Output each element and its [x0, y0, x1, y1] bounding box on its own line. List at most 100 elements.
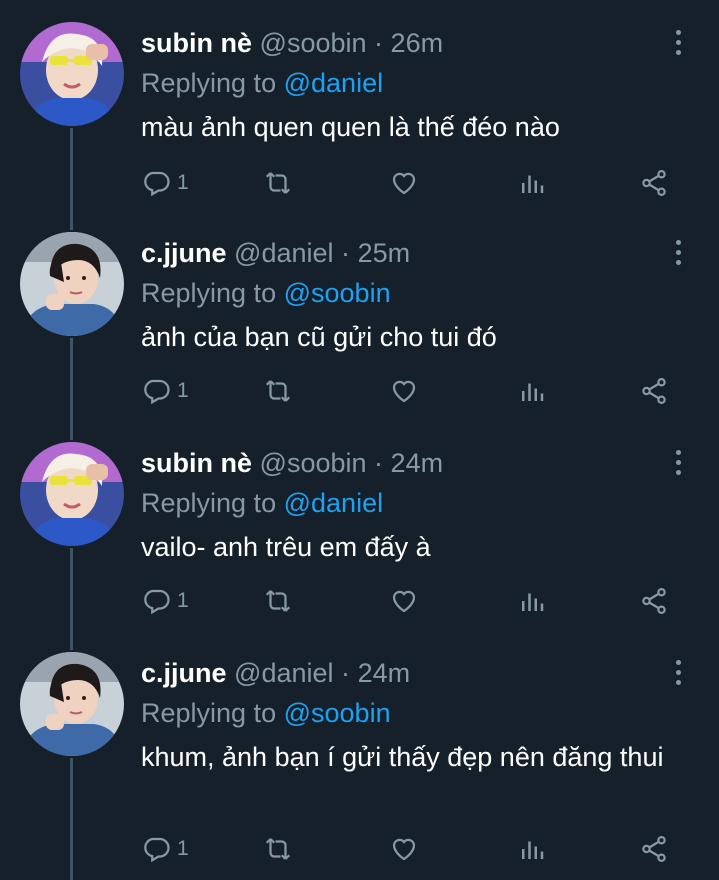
like-button[interactable] [389, 166, 419, 200]
retweet-icon [265, 838, 291, 860]
conversation-thread: subin nè @soobin · 26m Replying to @dani… [0, 0, 719, 880]
analytics-button[interactable] [517, 584, 547, 618]
retweet-button[interactable] [263, 584, 293, 618]
timestamp[interactable]: 24m [391, 448, 444, 478]
reply-count: 1 [177, 379, 189, 402]
like-button[interactable] [389, 832, 419, 866]
replying-to-label: Replying to [141, 278, 277, 308]
mention-link[interactable]: @daniel [284, 488, 383, 518]
separator: · [341, 658, 351, 688]
action-bar: 1 [141, 584, 681, 618]
more-icon[interactable] [668, 30, 688, 60]
like-icon [392, 838, 416, 861]
reply-icon [144, 379, 170, 405]
analytics-icon [522, 841, 544, 859]
avatar[interactable] [20, 652, 124, 756]
separator: · [374, 448, 384, 478]
reply-count: 1 [177, 837, 189, 860]
retweet-icon [265, 172, 291, 194]
avatar[interactable] [20, 22, 124, 126]
analytics-button[interactable] [517, 166, 547, 200]
analytics-icon [522, 175, 544, 193]
more-icon[interactable] [668, 240, 688, 270]
reply-button[interactable]: 1 [141, 832, 189, 866]
share-button[interactable] [639, 584, 669, 618]
tweet-text: vailo- anh trêu em đấy à [141, 532, 431, 562]
tweet-header: subin nè @soobin · 26m [141, 22, 679, 64]
action-bar: 1 [141, 832, 681, 866]
display-name[interactable]: subin nè [141, 448, 252, 478]
action-bar: 1 [141, 166, 681, 200]
reply-button[interactable]: 1 [141, 374, 189, 408]
retweet-button[interactable] [263, 166, 293, 200]
reply-icon [144, 171, 170, 197]
username[interactable]: @daniel [234, 658, 333, 688]
timestamp[interactable]: 24m [358, 658, 411, 688]
tweet-body: subin nè @soobin · 26m Replying to @dani… [141, 22, 679, 147]
like-button[interactable] [389, 374, 419, 408]
share-button[interactable] [639, 166, 669, 200]
share-button[interactable] [639, 374, 669, 408]
share-icon [642, 170, 666, 196]
display-name[interactable]: c.jjune [141, 238, 227, 268]
like-icon [392, 380, 416, 403]
replying-to: Replying to @soobin [141, 694, 679, 732]
username[interactable]: @daniel [234, 238, 333, 268]
retweet-button[interactable] [263, 832, 293, 866]
share-icon [642, 836, 666, 862]
replying-to: Replying to @daniel [141, 484, 679, 522]
like-button[interactable] [389, 584, 419, 618]
avatar[interactable] [20, 232, 124, 336]
tweet-header: subin nè @soobin · 24m [141, 442, 679, 484]
tweet-body: c.jjune @daniel · 25m Replying to @soobi… [141, 232, 679, 357]
separator: · [374, 28, 384, 58]
reply-button[interactable]: 1 [141, 584, 189, 618]
reply-button[interactable]: 1 [141, 166, 189, 200]
retweet-icon [265, 590, 291, 612]
mention-link[interactable]: @soobin [284, 278, 391, 308]
retweet-button[interactable] [263, 374, 293, 408]
analytics-button[interactable] [517, 832, 547, 866]
replying-to-label: Replying to [141, 698, 277, 728]
like-icon [392, 172, 416, 195]
mention-link[interactable]: @soobin [284, 698, 391, 728]
analytics-icon [522, 593, 544, 611]
analytics-icon [522, 383, 544, 401]
analytics-button[interactable] [517, 374, 547, 408]
reply-icon [144, 837, 170, 863]
tweet-header: c.jjune @daniel · 24m [141, 652, 679, 694]
more-icon[interactable] [668, 450, 688, 480]
tweet-body: subin nè @soobin · 24m Replying to @dani… [141, 442, 679, 567]
timestamp[interactable]: 26m [391, 28, 444, 58]
replying-to-label: Replying to [141, 488, 277, 518]
username[interactable]: @soobin [260, 28, 367, 58]
tweet-text: khum, ảnh bạn í gửi thấy đẹp nên đăng th… [141, 742, 664, 772]
reply-count: 1 [177, 171, 189, 194]
tweet-text: ảnh của bạn cũ gửi cho tui đó [141, 322, 497, 352]
mention-link[interactable]: @daniel [284, 68, 383, 98]
thread-line [70, 338, 73, 440]
thread-line [70, 758, 73, 880]
more-icon[interactable] [668, 660, 688, 690]
reply-count: 1 [177, 589, 189, 612]
action-bar: 1 [141, 374, 681, 408]
avatar[interactable] [20, 442, 124, 546]
like-icon [392, 590, 416, 613]
username[interactable]: @soobin [260, 448, 367, 478]
tweet-body: c.jjune @daniel · 24m Replying to @soobi… [141, 652, 679, 777]
timestamp[interactable]: 25m [358, 238, 411, 268]
thread-line [70, 128, 73, 230]
share-icon [642, 378, 666, 404]
tweet-header: c.jjune @daniel · 25m [141, 232, 679, 274]
share-icon [642, 588, 666, 614]
separator: · [341, 238, 351, 268]
tweet-text: màu ảnh quen quen là thế đéo nào [141, 112, 560, 142]
share-button[interactable] [639, 832, 669, 866]
replying-to: Replying to @daniel [141, 64, 679, 102]
replying-to: Replying to @soobin [141, 274, 679, 312]
display-name[interactable]: subin nè [141, 28, 252, 58]
thread-line [70, 548, 73, 650]
retweet-icon [265, 380, 291, 402]
display-name[interactable]: c.jjune [141, 658, 227, 688]
reply-icon [144, 589, 170, 615]
